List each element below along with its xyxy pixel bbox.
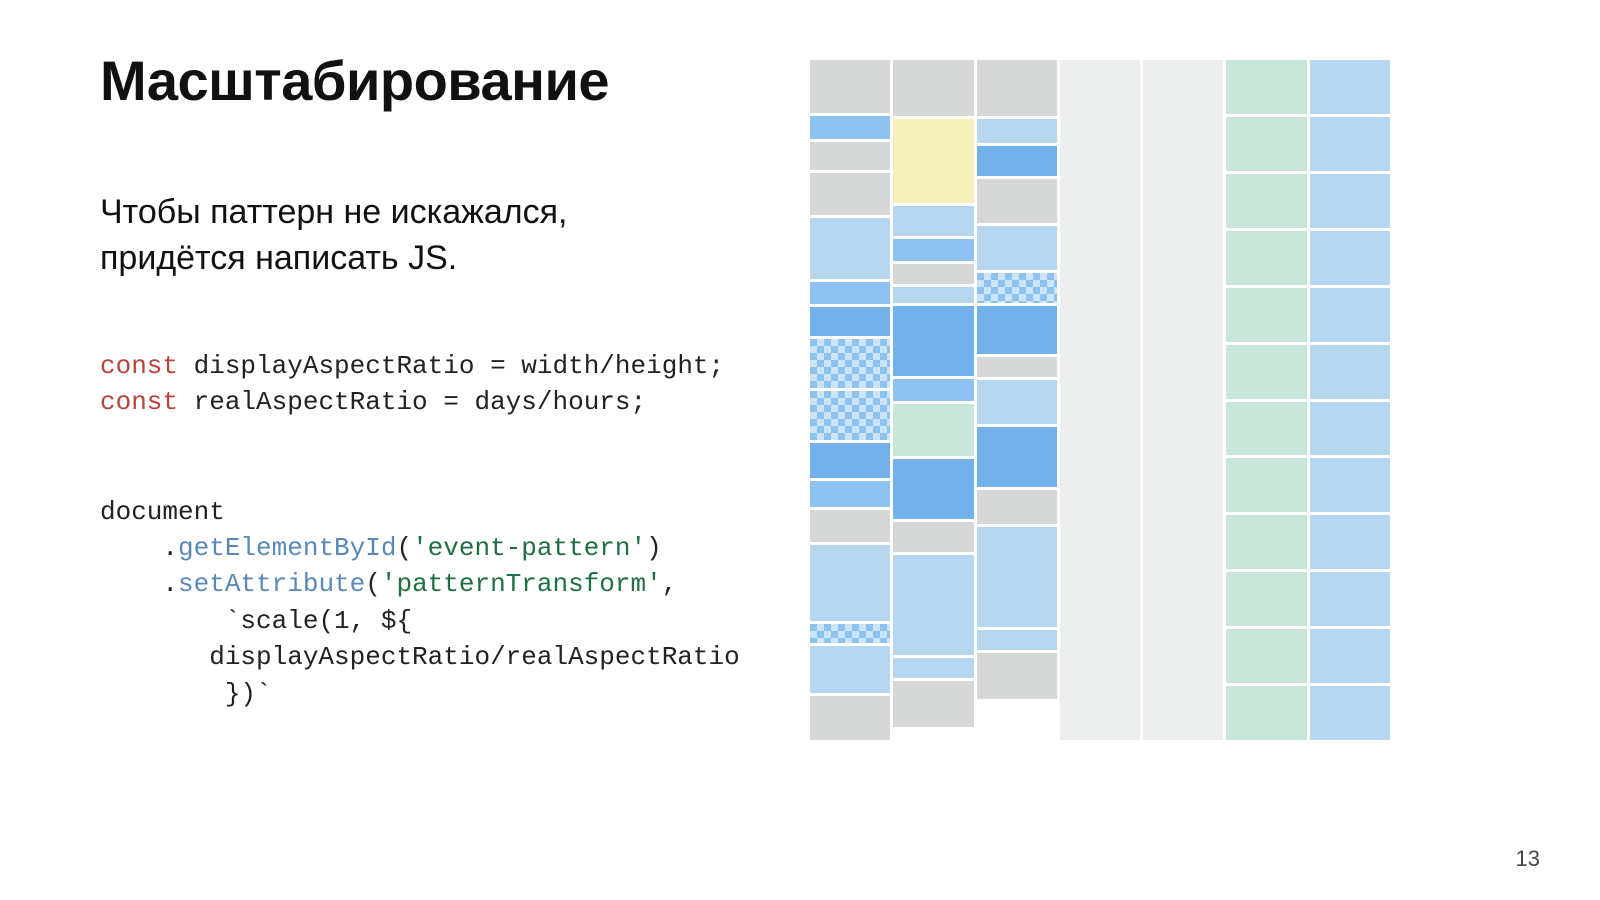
heatmap-cell [810,307,890,335]
code-method: setAttribute [178,569,365,599]
heatmap-cell [810,116,890,139]
heatmap-cell [810,443,890,477]
heatmap-cell [893,459,973,519]
heatmap-cell [893,658,973,678]
heatmap-cell [810,173,890,215]
heatmap-column [1226,60,1306,740]
heatmap-cell [1310,686,1390,740]
heatmap-cell [977,357,1057,377]
heatmap-cell [1226,345,1306,399]
slide-subtitle: Чтобы паттерн не искажался, придётся нап… [100,190,568,282]
heatmap-cell [893,264,973,284]
page-number: 13 [1516,846,1540,872]
heatmap-cell [810,646,890,693]
heatmap-cell [893,555,973,655]
code-string: 'event-pattern' [412,533,646,563]
code-text: = days/hours; [428,387,646,417]
heatmap-cell [977,527,1057,627]
heatmap-cell [1310,402,1390,456]
heatmap-cell [977,179,1057,223]
heatmap-grid [810,60,1390,740]
code-text: })` [225,679,272,709]
heatmap-column [810,60,890,740]
code-identifier: realAspectRatio [194,387,428,417]
heatmap-cell [1310,174,1390,228]
heatmap-cell [810,545,890,621]
heatmap-cell [893,379,973,401]
heatmap-column [1143,60,1223,740]
code-text: displayAspectRatio/realAspectRatio [209,642,740,672]
heatmap-cell [1310,572,1390,626]
heatmap-column [893,60,973,740]
heatmap-cell [1143,60,1223,740]
heatmap-cell [1310,345,1390,399]
heatmap-cell [1310,117,1390,171]
heatmap-cell [1310,629,1390,683]
code-string: 'patternTransform' [381,569,662,599]
heatmap-cell [977,380,1057,424]
heatmap-cell [1310,288,1390,342]
heatmap-cell [1226,629,1306,683]
heatmap-cell [810,696,890,740]
heatmap-cell [1226,288,1306,342]
slide: Масштабирование Чтобы паттерн не искажал… [0,0,1600,900]
code-identifier: document [100,497,225,527]
code-method: getElementById [178,533,396,563]
code-text: `scale(1, ${ [225,606,412,636]
heatmap-cell [977,119,1057,143]
heatmap-cell [1226,60,1306,114]
heatmap-cell [977,273,1057,303]
heatmap-cell [810,142,890,170]
code-identifier: displayAspectRatio [194,351,475,381]
heatmap-cell [977,427,1057,487]
heatmap-cell [810,282,890,305]
heatmap-cell [977,306,1057,354]
heatmap-cell [810,339,890,388]
heatmap-cell [977,490,1057,524]
heatmap-cell [1226,686,1306,740]
heatmap-column [977,60,1057,740]
heatmap-cell [1226,515,1306,569]
heatmap-cell [893,206,973,236]
heatmap-cell [977,146,1057,176]
heatmap-cell [810,510,890,542]
heatmap-cell [977,60,1057,116]
heatmap-cell [1310,231,1390,285]
heatmap-cell [810,391,890,440]
heatmap-cell [810,624,890,643]
heatmap-cell [1226,572,1306,626]
heatmap-cell [893,306,973,376]
heatmap-cell [1310,458,1390,512]
heatmap-cell [1226,174,1306,228]
heatmap-cell [810,481,890,508]
heatmap-cell [893,119,973,203]
code-block: const displayAspectRatio = width/height;… [100,348,740,712]
heatmap-cell [1226,402,1306,456]
heatmap-cell [810,60,890,113]
heatmap-cell [977,630,1057,650]
heatmap-cell [1226,231,1306,285]
heatmap-cell [893,522,973,552]
code-text: = width/height; [474,351,724,381]
heatmap-cell [893,287,973,303]
heatmap-cell [1060,60,1140,740]
heatmap-column [1310,60,1390,740]
heatmap-cell [1310,515,1390,569]
heatmap-cell [977,653,1057,699]
heatmap-cell [977,226,1057,270]
heatmap-cell [893,404,973,456]
code-keyword: const [100,387,178,417]
heatmap-cell [1226,117,1306,171]
heatmap-cell [810,218,890,279]
heatmap-cell [1310,60,1390,114]
code-keyword: const [100,351,178,381]
heatmap-cell [893,239,973,261]
heatmap-cell [1226,458,1306,512]
heatmap-cell [893,681,973,727]
heatmap-cell [893,60,973,116]
slide-title: Масштабирование [100,48,609,113]
heatmap-column [1060,60,1140,740]
